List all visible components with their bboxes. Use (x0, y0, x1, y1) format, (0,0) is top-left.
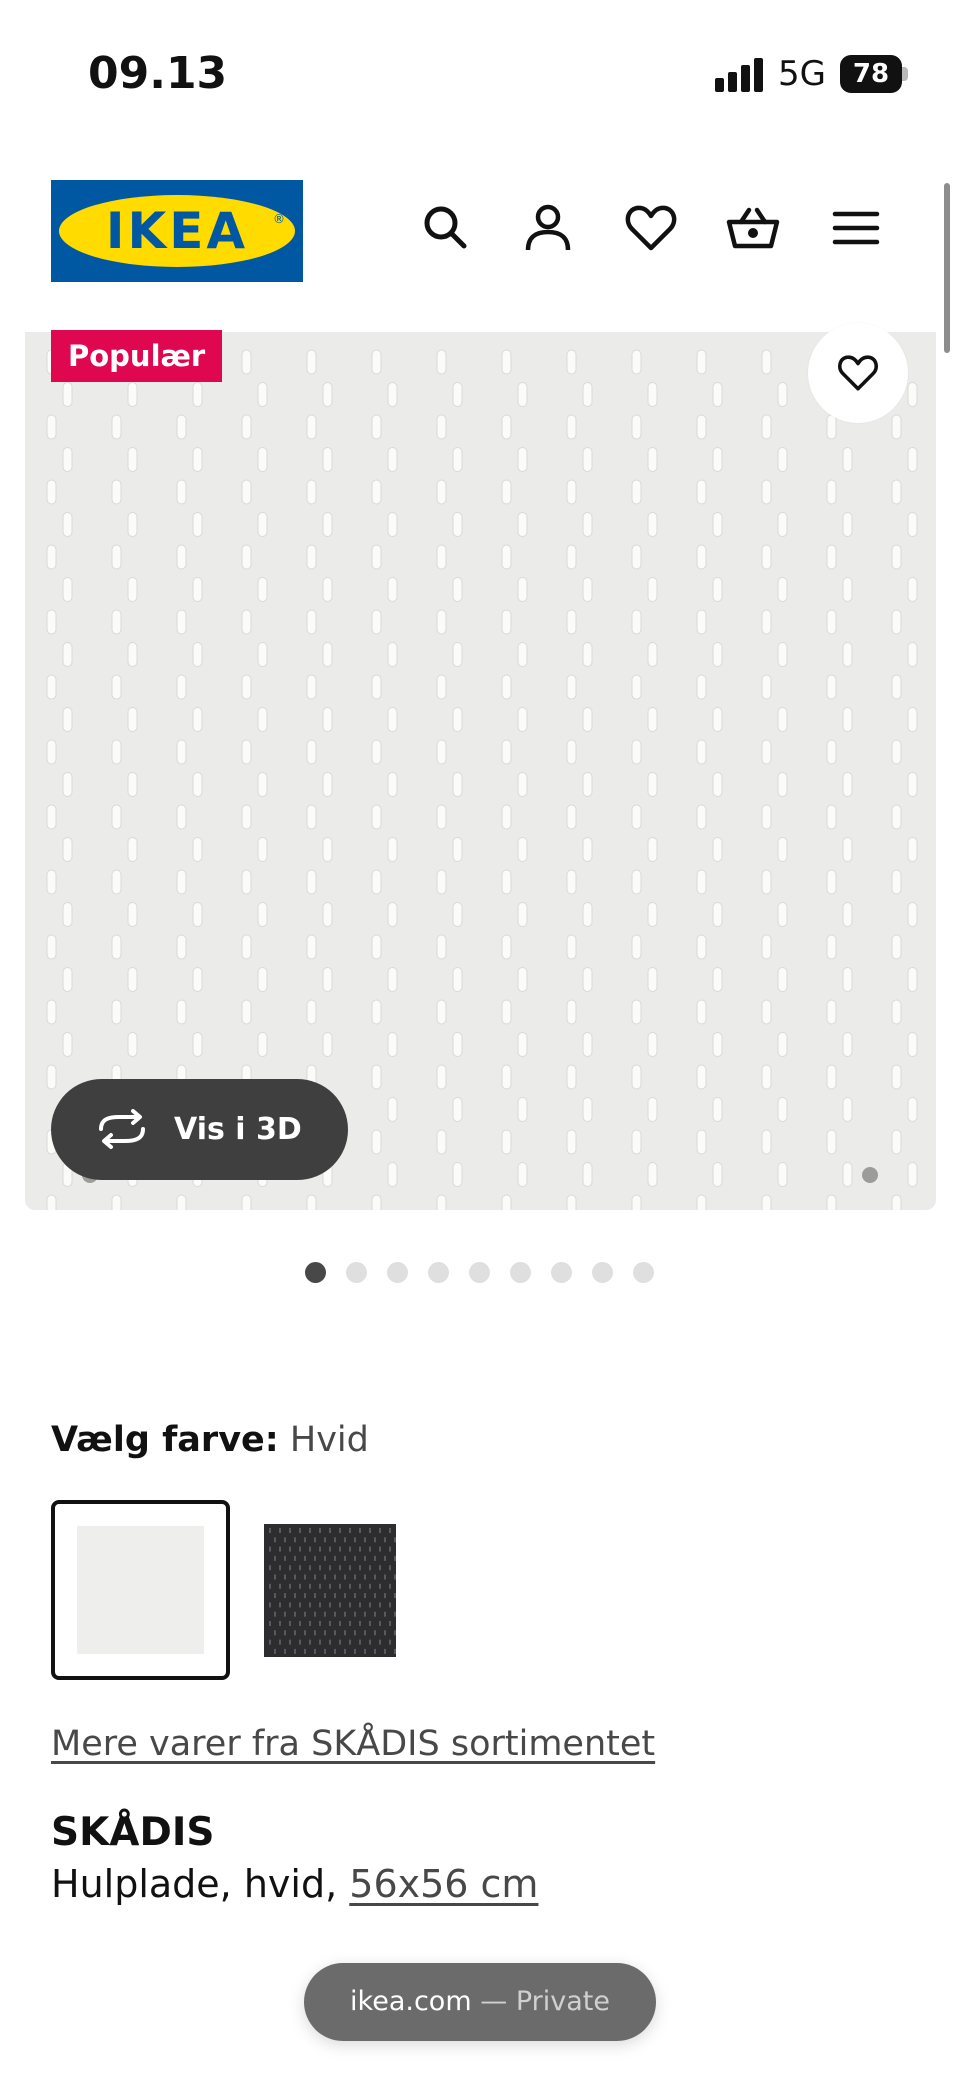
white-pegboard-thumbnail (77, 1526, 204, 1654)
product-type: Hulplade, hvid, (51, 1862, 338, 1906)
view-3d-button[interactable]: Vis i 3D (51, 1079, 348, 1180)
heart-icon (838, 355, 878, 391)
product-description: Hulplade, hvid, 56x56 cm (51, 1862, 538, 1906)
browser-domain: ikea.com (350, 1986, 472, 2017)
carousel-dot[interactable] (428, 1262, 449, 1283)
selected-color: Hvid (289, 1420, 369, 1460)
signal-icon (715, 58, 765, 92)
status-bar: 09.13 5G 78 (0, 0, 960, 150)
account-icon[interactable] (520, 200, 576, 256)
black-pegboard-thumbnail (269, 1528, 396, 1654)
search-icon[interactable] (418, 200, 474, 256)
heart-icon[interactable] (623, 200, 679, 256)
ikea-logo[interactable]: IKEA ® (51, 180, 303, 282)
color-choice-heading: Vælg farve: (51, 1420, 279, 1460)
basket-icon[interactable] (725, 200, 781, 256)
add-to-favorites-button[interactable] (808, 323, 908, 423)
view-3d-label: Vis i 3D (174, 1112, 302, 1147)
carousel-dot[interactable] (387, 1262, 408, 1283)
carousel-dot[interactable] (551, 1262, 572, 1283)
carousel-dot[interactable] (592, 1262, 613, 1283)
carousel-dot[interactable] (510, 1262, 531, 1283)
product-size-link[interactable]: 56x56 cm (349, 1862, 538, 1906)
battery-tip (902, 67, 908, 81)
registered-mark: ® (273, 212, 285, 226)
battery-icon: 78 (840, 55, 902, 93)
carousel-dot[interactable] (469, 1262, 490, 1283)
carousel-dot[interactable] (346, 1262, 367, 1283)
page-scrollbar[interactable] (944, 183, 950, 353)
color-swatch-black[interactable] (264, 1524, 396, 1657)
color-swatch-white[interactable] (51, 1500, 230, 1680)
status-time: 09.13 (88, 48, 228, 99)
color-choice-label: Vælg farve: Hvid (51, 1420, 369, 1460)
menu-icon[interactable] (828, 200, 884, 256)
popular-badge: Populær (51, 330, 223, 382)
browser-url-bar[interactable]: ikea.com — Private (304, 1963, 656, 2041)
carousel-dot[interactable] (305, 1262, 326, 1283)
series-link[interactable]: Mere varer fra SKÅDIS sortimentet (51, 1724, 655, 1764)
site-header: IKEA ® (0, 170, 960, 290)
product-name: SKÅDIS (51, 1810, 215, 1855)
rotate-3d-icon (99, 1109, 145, 1149)
carousel-dot[interactable] (633, 1262, 654, 1283)
network-type: 5G (778, 54, 826, 94)
logo-text: IKEA (105, 202, 249, 260)
private-mode-label: — Private (480, 1986, 610, 2017)
